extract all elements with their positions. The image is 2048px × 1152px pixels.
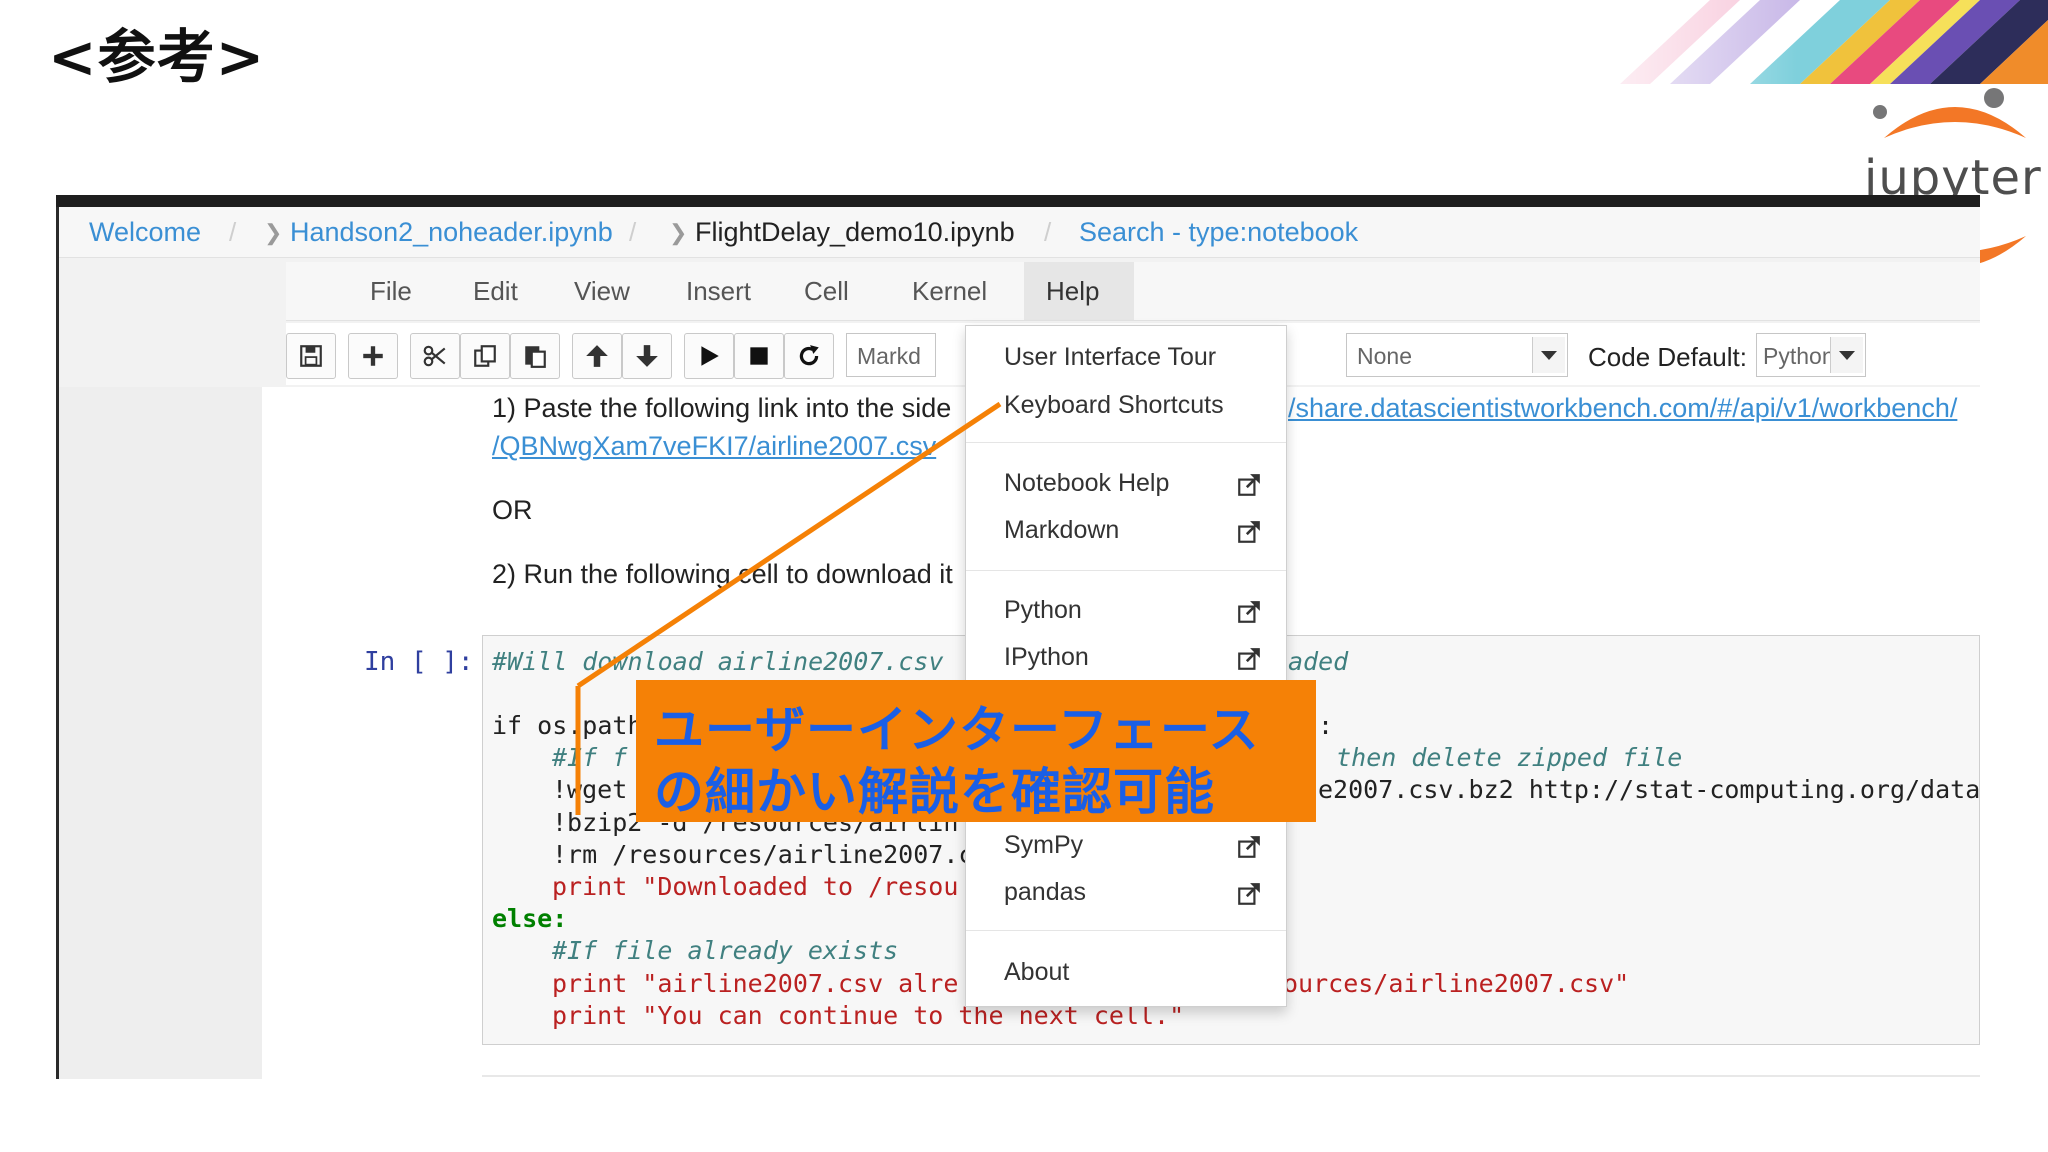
menu-item-markdown[interactable]: Markdown <box>1004 516 1119 545</box>
breadcrumb-search[interactable]: Search - type:notebook <box>1079 217 1358 248</box>
notebook-left-gutter <box>59 387 262 1079</box>
menu-item-keyboard-shortcuts[interactable]: Keyboard Shortcuts <box>1004 391 1224 420</box>
code-line: ources/airline2007.csv" <box>1283 969 1630 998</box>
paste-button[interactable] <box>510 333 560 379</box>
code-line: : <box>1318 711 1334 740</box>
code-line: !rm /resources/airline2007.c <box>552 840 974 869</box>
cut-button[interactable] <box>410 333 460 379</box>
decorative-fade <box>1420 0 2048 84</box>
code-line: print "airline2007.csv alre <box>552 969 959 998</box>
chevron-down-icon <box>1830 337 1863 373</box>
save-icon <box>300 345 322 367</box>
markdown-or: OR <box>492 495 533 525</box>
external-link-icon <box>1238 836 1260 858</box>
run-button[interactable] <box>684 333 734 379</box>
breadcrumb-separator: / <box>229 217 237 247</box>
external-link-icon <box>1238 648 1260 670</box>
copy-button[interactable] <box>460 333 510 379</box>
chevron-right-icon: ❯ <box>669 220 688 245</box>
run-icon <box>701 346 719 366</box>
code-line: else: <box>492 904 568 933</box>
menu-item-about[interactable]: About <box>1004 958 1069 987</box>
chevron-down-icon <box>1532 337 1565 373</box>
cut-icon <box>423 345 446 367</box>
code-line: e2007.csv.bz2 http://stat-computing.org/… <box>1318 775 1980 804</box>
menu-bar: File Edit View Insert Cell Kernel Help <box>286 262 1980 321</box>
menu-cell[interactable]: Cell <box>804 276 849 307</box>
breadcrumb-welcome[interactable]: Welcome <box>89 217 201 248</box>
arrow-up-icon <box>586 345 608 367</box>
menu-divider <box>966 930 1286 931</box>
copy-icon <box>474 345 496 367</box>
breadcrumb-flightdelay[interactable]: FlightDelay_demo10.ipynb <box>695 217 1015 248</box>
help-dropdown-menu: User Interface Tour Keyboard Shortcuts N… <box>965 325 1287 1007</box>
markdown-line-2: 2) Run the following cell to download it <box>492 559 953 589</box>
insert-cell-button[interactable] <box>348 333 398 379</box>
restart-icon <box>799 345 819 366</box>
menu-divider <box>966 570 1286 571</box>
code-cell-prompt: In [ ]: <box>364 647 474 677</box>
move-down-button[interactable] <box>622 333 672 379</box>
window-top-bar <box>56 195 1980 207</box>
external-link-icon <box>1238 521 1260 543</box>
menu-kernel[interactable]: Kernel <box>912 276 987 307</box>
callout-line-2: の細かい解説を確認可能 <box>654 763 1215 821</box>
code-line: #Will download airline2007.csv <box>492 647 944 676</box>
breadcrumb-handson2[interactable]: Handson2_noheader.ipynb <box>290 217 613 248</box>
menu-item-sympy[interactable]: SymPy <box>1004 831 1083 860</box>
menu-item-notebook-help[interactable]: Notebook Help <box>1004 469 1169 498</box>
stop-button[interactable] <box>734 333 784 379</box>
markdown-line-1: 1) Paste the following link into the sid… <box>492 393 952 423</box>
menu-edit[interactable]: Edit <box>473 276 518 307</box>
plus-icon <box>363 346 383 366</box>
code-default-label: Code Default: <box>1588 342 1747 372</box>
stop-icon <box>750 347 768 365</box>
menu-view[interactable]: View <box>574 276 630 307</box>
menu-help[interactable]: Help <box>1046 276 1099 307</box>
code-line: aded <box>1288 647 1349 676</box>
external-link-icon <box>1238 883 1260 905</box>
code-line: #If file already exists <box>552 936 899 965</box>
menu-item-python[interactable]: Python <box>1004 596 1082 625</box>
annotation-callout: ユーザーインターフェース の細かい解説を確認可能 <box>636 680 1316 822</box>
code-line: if os.path <box>492 711 643 740</box>
breadcrumb-separator: / <box>629 217 637 247</box>
paste-icon <box>525 346 546 368</box>
menu-item-user-interface-tour[interactable]: User Interface Tour <box>1004 343 1216 372</box>
markdown-link-2[interactable]: /QBNwgXam7veFKI7/airline2007.csv <box>492 431 936 462</box>
cell-separator <box>482 1075 1980 1077</box>
external-link-icon <box>1238 474 1260 496</box>
code-line: print "Downloaded to /resou <box>552 872 959 901</box>
menu-divider <box>966 442 1286 443</box>
cell-type-select[interactable]: Markd <box>846 333 936 377</box>
chevron-right-icon: ❯ <box>264 220 283 245</box>
breadcrumb-separator: / <box>1044 217 1052 247</box>
restart-button[interactable] <box>784 333 834 379</box>
external-link-icon <box>1238 601 1260 623</box>
arrow-down-icon <box>636 345 658 367</box>
menu-file[interactable]: File <box>370 276 412 307</box>
markdown-link-1[interactable]: /share.datascientistworkbench.com/#/api/… <box>1288 393 1957 424</box>
move-up-button[interactable] <box>572 333 622 379</box>
menu-insert[interactable]: Insert <box>686 276 751 307</box>
code-default-select[interactable]: Python <box>1756 333 1866 377</box>
menu-item-ipython[interactable]: IPython <box>1004 643 1089 672</box>
code-line: , then delete zipped file <box>1306 743 1683 772</box>
celltoolbar-value: None <box>1357 343 1412 369</box>
slide-title: <参考> <box>48 23 266 91</box>
code-line: !wget <box>552 775 628 804</box>
code-default-value: Python <box>1763 343 1835 369</box>
code-line: #If f <box>552 743 628 772</box>
breadcrumb: Welcome / ❯ Handson2_noheader.ipynb / ❯ … <box>59 207 1980 258</box>
menu-item-pandas[interactable]: pandas <box>1004 878 1086 907</box>
save-button[interactable] <box>286 333 336 379</box>
celltoolbar-select[interactable]: None <box>1346 333 1568 377</box>
